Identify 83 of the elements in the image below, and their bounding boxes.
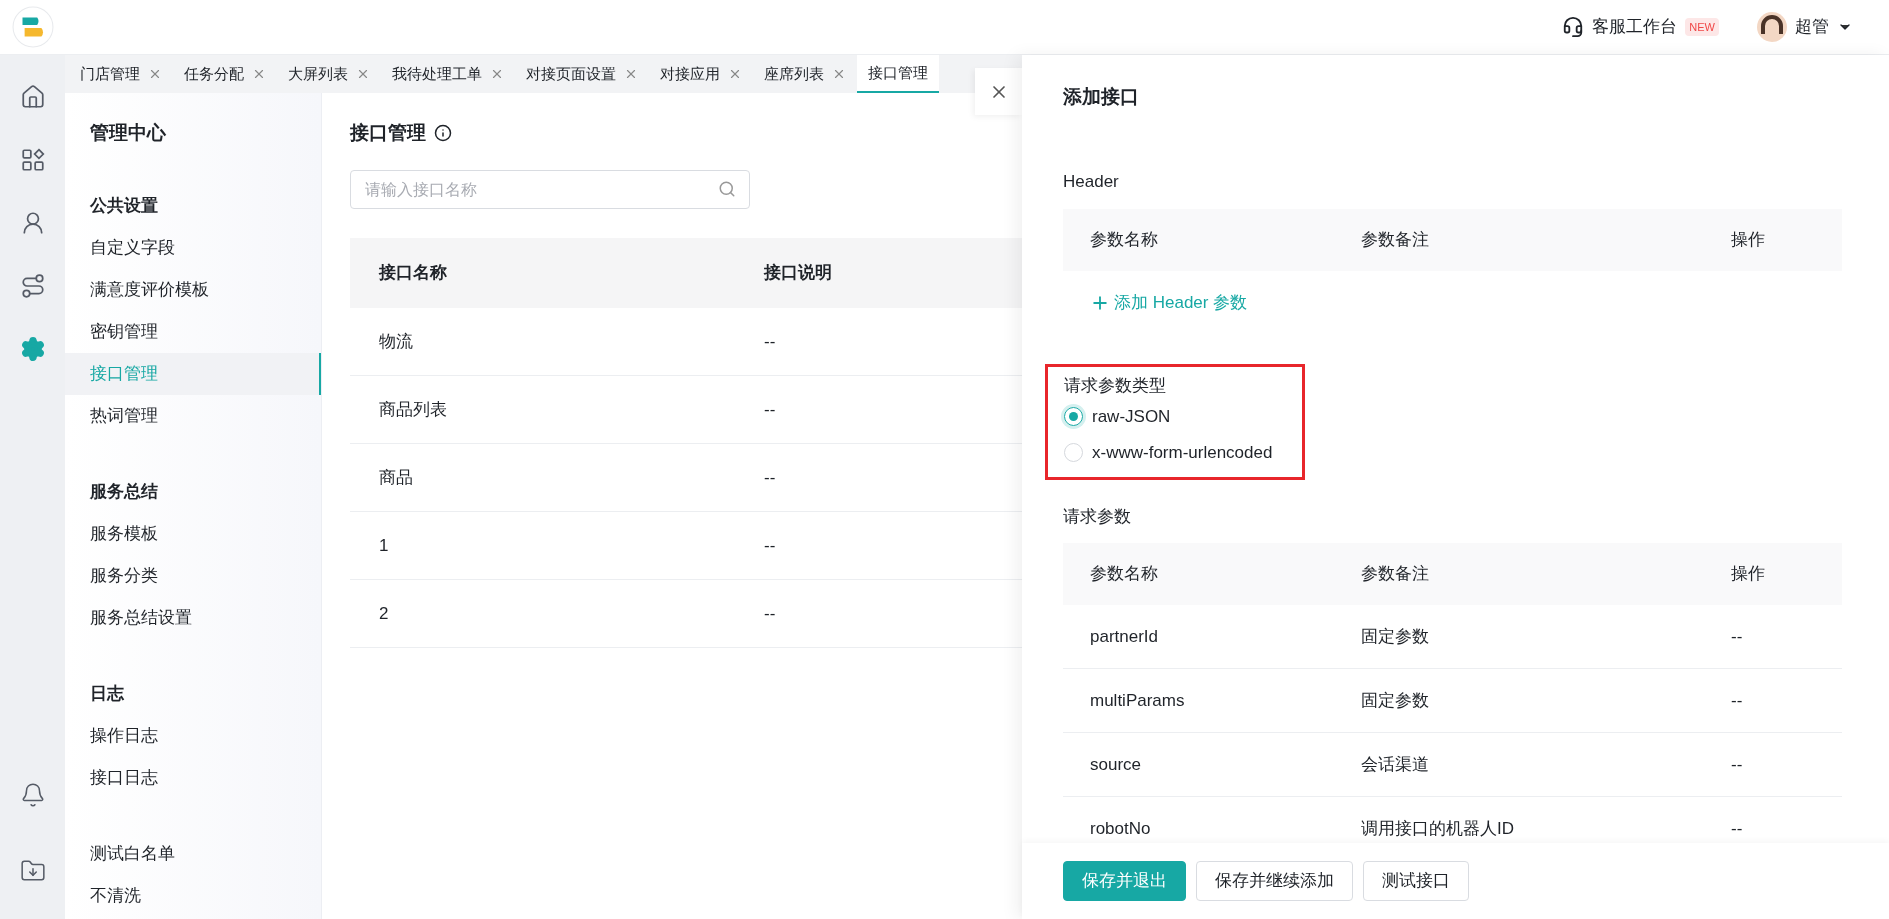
menu-item[interactable]: 接口日志 <box>65 757 321 799</box>
close-icon[interactable] <box>728 67 742 81</box>
menu-item[interactable]: 操作日志 <box>65 715 321 757</box>
route-icon <box>19 273 46 299</box>
menu-item[interactable]: 测试白名单 <box>65 833 321 875</box>
table-cell-text: -- <box>1731 753 1743 776</box>
info-icon[interactable] <box>434 124 452 142</box>
new-badge: NEW <box>1685 18 1719 36</box>
table-cell-text: partnerId <box>1089 625 1160 648</box>
column-header: 参数备注 <box>1361 228 1430 251</box>
radio-label[interactable]: x-www-form-urlencoded <box>1092 439 1273 466</box>
column-header: 操作 <box>1731 563 1765 586</box>
menu-section-title: 日志 <box>89 683 125 706</box>
column-header: 参数名称 <box>1089 228 1159 251</box>
tab[interactable]: 接口管理 <box>857 55 939 93</box>
tab[interactable]: 座席列表 <box>753 55 857 93</box>
workbench-link[interactable]: 客服工作台 <box>1592 14 1678 40</box>
close-icon[interactable] <box>832 67 846 81</box>
table-cell-text: -- <box>764 330 776 353</box>
table-cell-text: 固定参数 <box>1361 689 1430 712</box>
column-header: 接口名称 <box>377 262 448 285</box>
table-cell-text: 固定参数 <box>1361 625 1430 648</box>
section-label: 请求参数 <box>1063 505 1132 528</box>
close-icon[interactable] <box>624 67 638 81</box>
table-cell-text: 商品 <box>378 466 414 489</box>
menu-title: 管理中心 <box>89 120 167 145</box>
table-cell-text: robotNo <box>1089 817 1152 840</box>
column-header: 接口说明 <box>764 262 832 285</box>
search-icon[interactable] <box>718 180 736 198</box>
column-header: 操作 <box>1731 228 1765 251</box>
radio-button[interactable] <box>1064 407 1083 426</box>
avatar <box>1757 12 1787 42</box>
menu-item[interactable]: 服务分类 <box>65 555 321 597</box>
tab[interactable]: 大屏列表 <box>277 55 381 93</box>
user-name[interactable]: 超管 <box>1795 14 1829 40</box>
tab[interactable]: 我待处理工单 <box>381 55 515 93</box>
table-cell-text: -- <box>764 398 776 421</box>
close-icon[interactable] <box>252 67 266 81</box>
search-field[interactable]: 请输入接口名称 <box>350 170 750 209</box>
menu-item[interactable]: 服务总结设置 <box>65 597 321 639</box>
table-cell-text: -- <box>764 534 776 557</box>
table-cell-text: 物流 <box>378 330 414 353</box>
close-button[interactable] <box>975 68 1022 115</box>
action-button[interactable]: 保存并继续添加 <box>1196 861 1353 901</box>
close-icon[interactable] <box>356 67 370 81</box>
table-cell-text: 调用接口的机器人ID <box>1361 817 1515 840</box>
drawer-title: 添加接口 <box>1063 84 1140 109</box>
column-header: 参数名称 <box>1089 563 1159 586</box>
table-cell-text: -- <box>1731 817 1743 840</box>
menu-item[interactable]: 不清洗 <box>65 875 321 917</box>
menu-item[interactable]: 热词管理 <box>65 395 321 437</box>
home-icon <box>19 84 46 110</box>
field-label: 请求参数类型 <box>1064 374 1167 397</box>
table-cell-text: 2 <box>378 602 390 625</box>
close-icon[interactable] <box>148 67 162 81</box>
table-cell-text: source <box>1089 753 1143 776</box>
table-cell-text: -- <box>764 466 776 489</box>
close-icon[interactable] <box>490 67 504 81</box>
tab[interactable]: 任务分配 <box>173 55 277 93</box>
column-header: 参数备注 <box>1361 563 1430 586</box>
action-button[interactable]: 测试接口 <box>1363 861 1469 901</box>
table-cell-text: multiParams <box>1089 689 1186 712</box>
page-title: 接口管理 <box>350 120 426 145</box>
menu-section-title: 服务总结 <box>89 481 159 504</box>
logo <box>11 6 54 48</box>
table-cell-text: -- <box>1731 625 1743 648</box>
menu-item[interactable]: 自定义字段 <box>65 227 321 269</box>
table-cell-text: -- <box>764 602 776 625</box>
apps-icon <box>19 147 46 173</box>
table-cell-text: 会话渠道 <box>1361 753 1430 776</box>
headset-icon <box>1562 16 1585 38</box>
radio-label[interactable]: raw-JSON <box>1092 403 1171 430</box>
section-label: Header <box>1063 171 1120 193</box>
table-cell-text: 商品列表 <box>378 398 448 421</box>
tab[interactable]: 门店管理 <box>69 55 173 93</box>
menu-item[interactable]: 满意度评价模板 <box>65 269 321 311</box>
tab[interactable]: 对接应用 <box>649 55 753 93</box>
table-cell-text: 1 <box>378 534 390 557</box>
tab[interactable]: 对接页面设置 <box>515 55 649 93</box>
table-cell-text: -- <box>1731 689 1743 712</box>
menu-item[interactable]: 密钥管理 <box>65 311 321 353</box>
menu-section-title: 公共设置 <box>89 195 159 218</box>
menu-item[interactable]: 服务模板 <box>65 513 321 555</box>
